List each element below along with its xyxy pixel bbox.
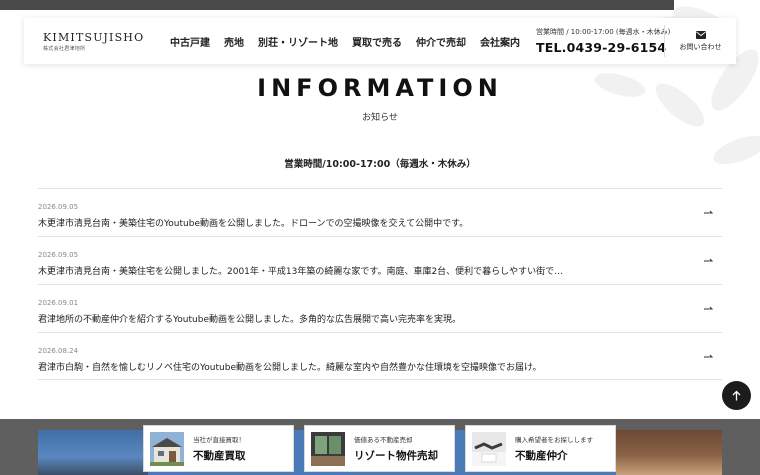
logo[interactable]: KIMITSUJISHO 株式会社君津地所 (43, 31, 161, 52)
news-title: 君津地所の不動産仲介を紹介するYoutube動画を公開しました。多角的な広告展開… (38, 315, 461, 325)
contact-label: お問い合わせ (679, 42, 722, 51)
mail-icon (695, 30, 706, 39)
news-item[interactable]: 2026.09.05 木更津市清見台南・美築住宅のYoutube動画を公開しまし… (38, 188, 722, 236)
section-subtitle: お知らせ (362, 113, 398, 123)
cta-title: 不動産買取 (193, 450, 246, 462)
footer-photo-left (38, 430, 148, 475)
business-hours: 営業時間/10:00-17:00（毎週水・木休み） (284, 159, 476, 170)
arrow-up-icon (732, 390, 741, 401)
header-hours: 営業時間 / 10:00-17:00 (毎週水・木休み) (536, 28, 671, 36)
section-title: INFORMATION (257, 74, 503, 102)
cta-caption: 購入希望者をお探しします (515, 436, 593, 444)
interior-thumbnail (311, 431, 345, 466)
news-date: 2026.09.05 (38, 203, 79, 211)
arrow-right-icon (704, 354, 714, 358)
nav-item-land[interactable]: 売地 (224, 34, 244, 49)
cta-text: 購入希望者をお探しします 不動産仲介 (515, 434, 593, 463)
nav-item-company[interactable]: 会社案内 (480, 34, 520, 49)
cta-text: 当社が直接買取！ 不動産買取 (193, 434, 246, 463)
cta-resort-sale[interactable]: 価値ある不動産売却 リゾート物件売却 (304, 425, 455, 472)
back-to-top-button[interactable] (722, 381, 751, 410)
header-contact-info: 営業時間 / 10:00-17:00 (毎週水・木休み) TEL.0439-29… (536, 27, 670, 55)
cta-title: リゾート物件売却 (354, 450, 438, 462)
news-date: 2026.08.24 (38, 347, 79, 355)
news-date: 2026.09.01 (38, 299, 79, 307)
nav-item-resort[interactable]: 別荘・リゾート地 (258, 34, 338, 49)
main-nav: 中古戸建 売地 別荘・リゾート地 買取で売る 仲介で売却 会社案内 (170, 34, 534, 49)
nav-item-buyback[interactable]: 買取で売る (352, 34, 402, 49)
cta-brokerage[interactable]: 購入希望者をお探しします 不動産仲介 (465, 425, 616, 472)
cta-caption: 価値ある不動産売却 (354, 436, 413, 444)
house-thumbnail (150, 431, 184, 466)
news-date: 2026.09.05 (38, 251, 79, 259)
news-title: 木更津市清見台南・美築住宅のYoutube動画を公開しました。ドローンでの空撮映… (38, 219, 469, 229)
cta-buyback[interactable]: 当社が直接買取！ 不動産買取 (143, 425, 294, 472)
footer-photo-right (616, 430, 722, 475)
cta-caption: 当社が直接買取！ (193, 436, 245, 444)
nav-item-brokerage[interactable]: 仲介で売却 (416, 34, 466, 49)
site-header: KIMITSUJISHO 株式会社君津地所 中古戸建 売地 別荘・リゾート地 買… (24, 18, 736, 64)
news-list: 2026.09.05 木更津市清見台南・美築住宅のYoutube動画を公開しまし… (38, 188, 722, 380)
logo-sub: 株式会社君津地所 (43, 45, 86, 52)
logo-main: KIMITSUJISHO (43, 30, 145, 44)
header-tel[interactable]: TEL.0439-29-6154 (536, 40, 670, 55)
news-item[interactable]: 2026.09.01 君津地所の不動産仲介を紹介するYoutube動画を公開しま… (38, 284, 722, 332)
cta-title: 不動産仲介 (515, 450, 568, 462)
news-item[interactable]: 2026.09.05 木更津市清見台南・美築住宅を公開しました。2001年・平成… (38, 236, 722, 284)
news-title: 木更津市清見台南・美築住宅を公開しました。2001年・平成13年築の綺麗な家です… (38, 267, 564, 277)
news-title: 君津市白駒・自然を愉しむリノベ住宅のYoutube動画を公開しました。綺麗な室内… (38, 363, 542, 373)
handshake-thumbnail (472, 431, 506, 466)
nav-item-used-houses[interactable]: 中古戸建 (170, 34, 210, 49)
arrow-right-icon (704, 210, 714, 214)
contact-button[interactable]: お問い合わせ (664, 25, 736, 57)
arrow-right-icon (704, 258, 714, 262)
arrow-right-icon (704, 306, 714, 310)
cta-text: 価値ある不動産売却 リゾート物件売却 (354, 434, 438, 463)
news-item[interactable]: 2026.08.24 君津市白駒・自然を愉しむリノベ住宅のYoutube動画を公… (38, 332, 722, 380)
